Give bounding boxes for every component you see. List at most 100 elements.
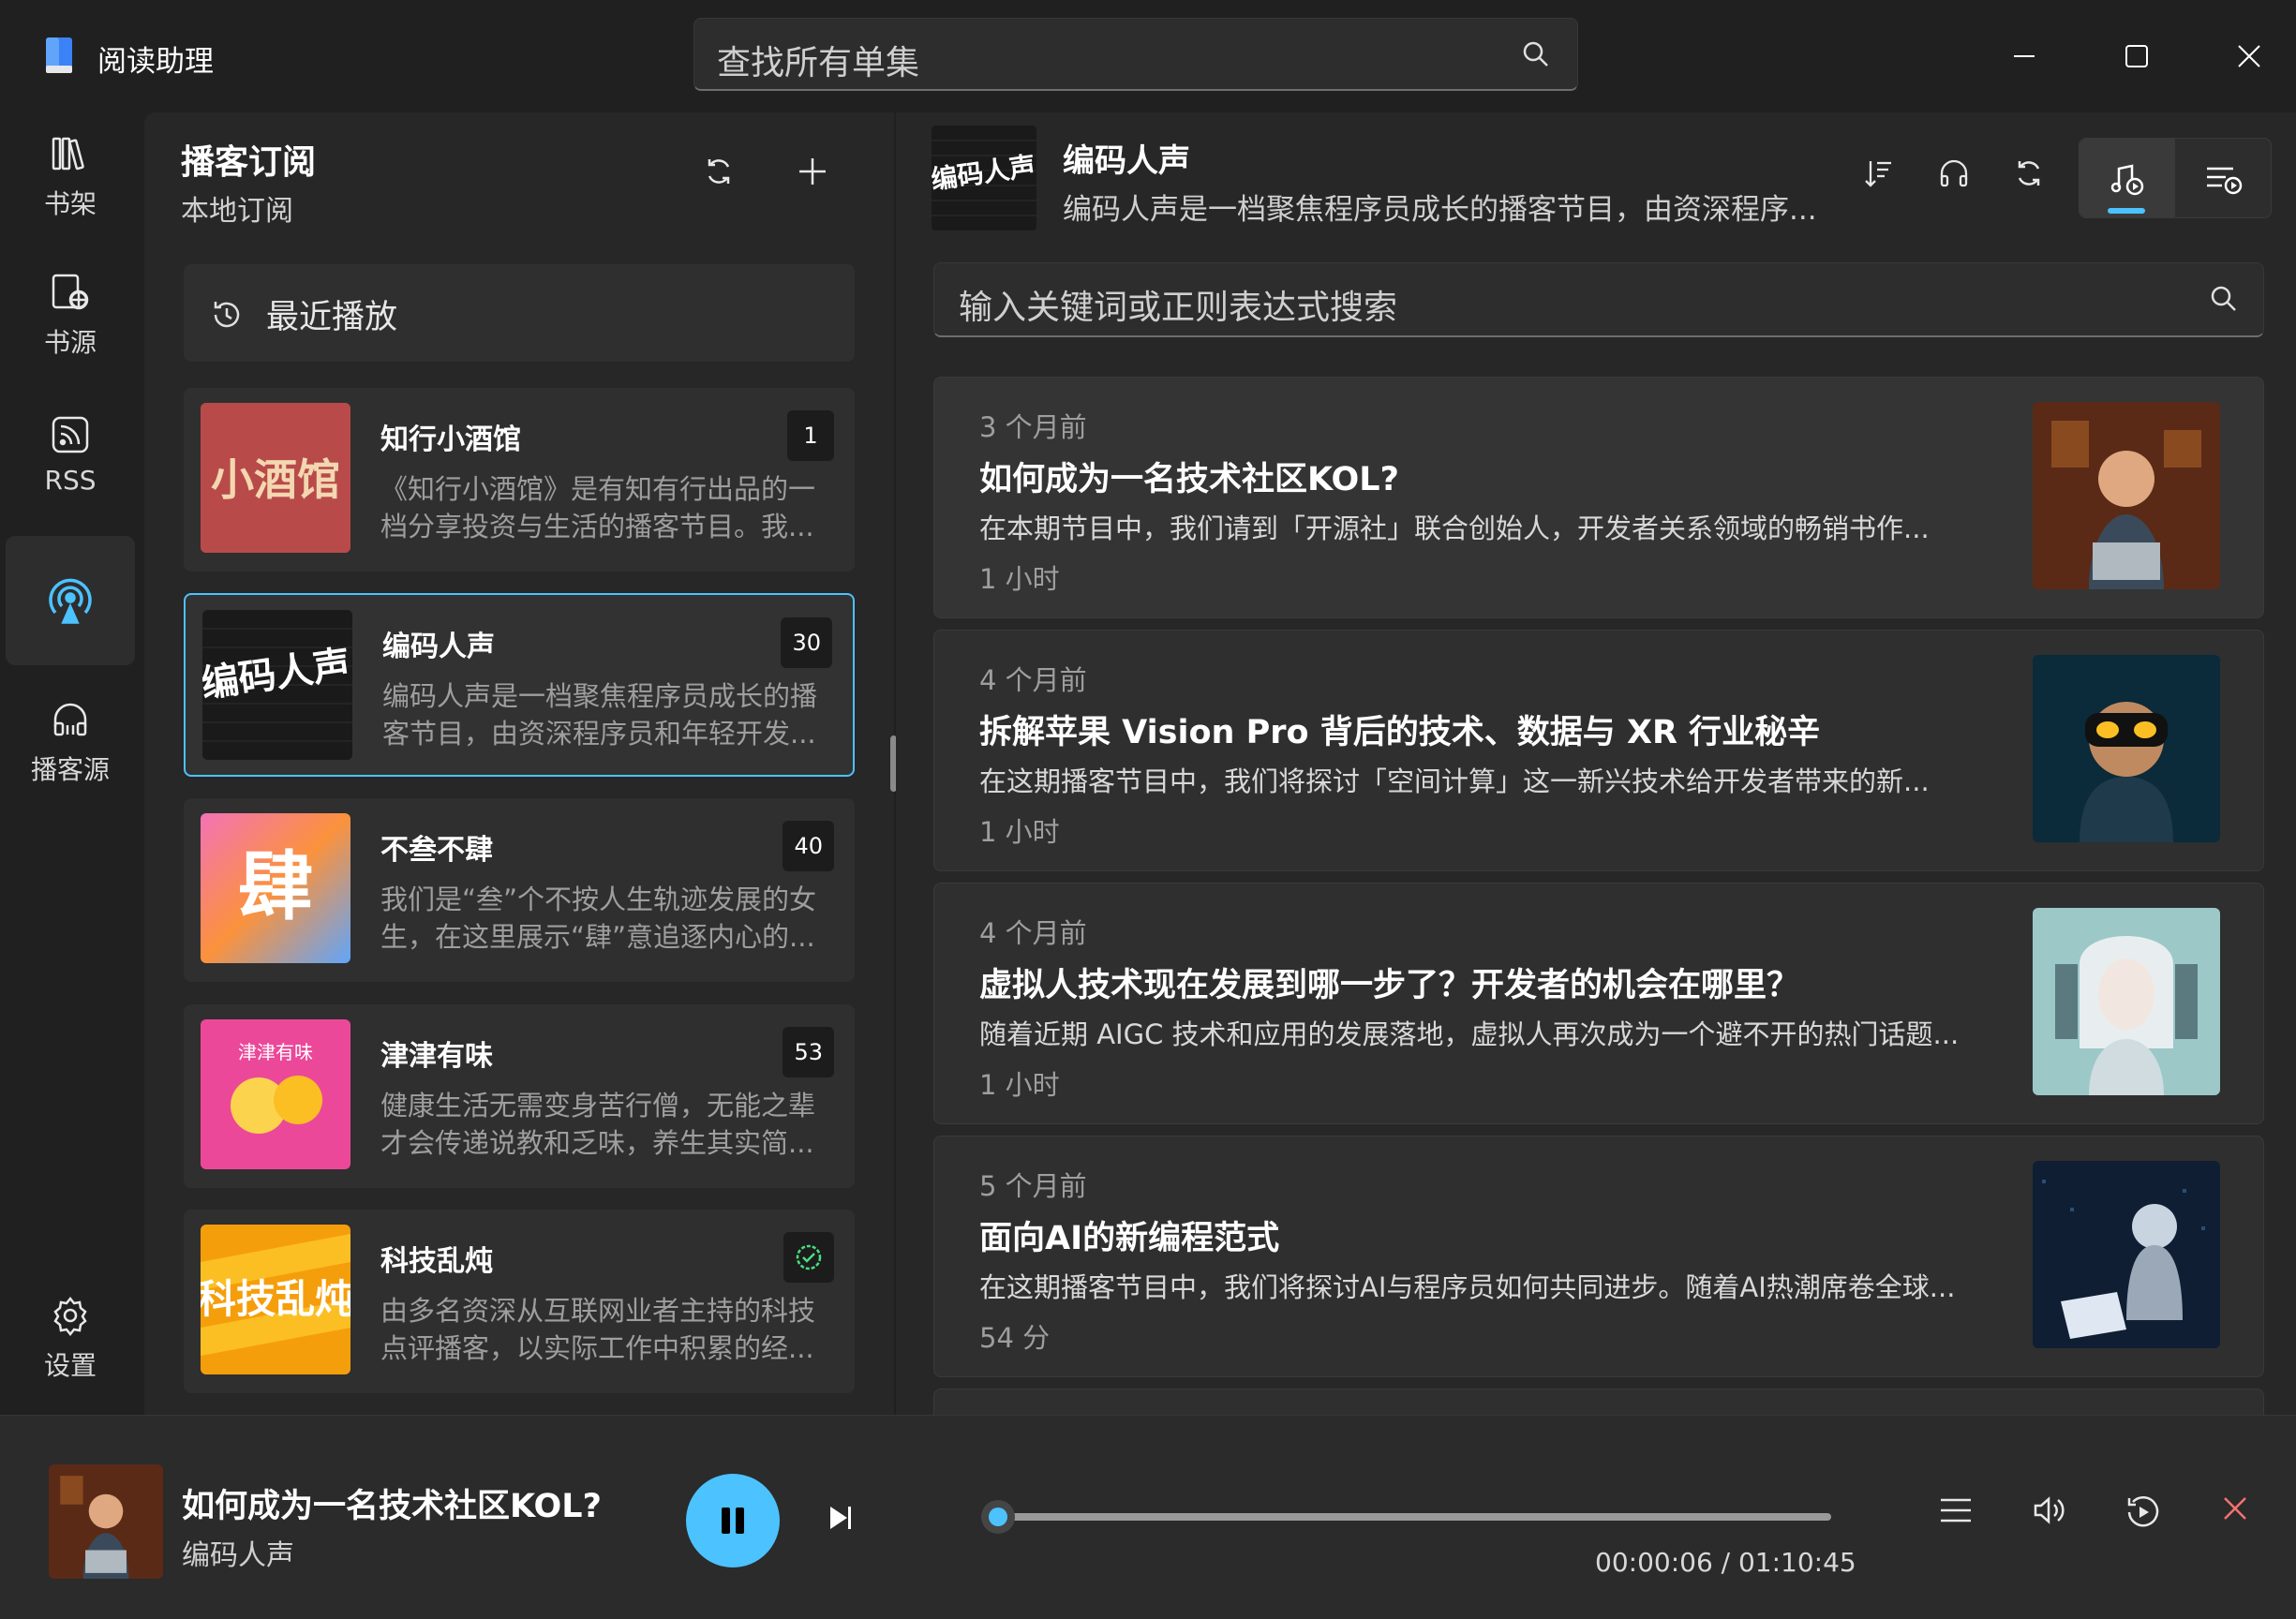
episode-title: 拆解苹果 Vision Pro 背后的技术、数据与 XR 行业秘辛 <box>979 714 1821 751</box>
playlist-queue-icon[interactable] <box>1938 1494 1974 1526</box>
active-tab-indicator <box>2108 208 2145 214</box>
podcast-card-selected[interactable]: 编码人声 编码人声 30 编码人声是一档聚焦程序员成长的播客节目，由资深程序员和… <box>184 593 855 777</box>
podcast-cover-text: 小酒馆 <box>211 454 340 505</box>
episode-thumbnail <box>2033 908 2220 1095</box>
podcast-card[interactable]: 小酒馆 知行小酒馆 1 《知行小酒馆》是有知有行出品的一档分享投资与生活的播客节… <box>184 388 855 572</box>
progress-handle-dot <box>988 1508 1007 1526</box>
episode-thumbnail <box>2033 402 2220 589</box>
title-bar: 阅读助理 查找所有单集 <box>0 0 2296 112</box>
headphones-icon <box>50 699 91 740</box>
close-player-icon[interactable] <box>2221 1494 2249 1522</box>
podcast-name: 不叁不肆 <box>380 834 493 867</box>
navigation-rail: 书架 书源 RSS 播客源 设置 <box>0 112 144 1415</box>
episode-description: 随着近期 AIGC 技术和应用的发展落地，虚拟人再次成为一个避不开的热门话题..… <box>979 1018 1960 1050</box>
podcast-description: 由多名资深从互联网业者主持的科技点评播客，以实际工作中积累的经... <box>380 1295 816 1364</box>
gear-icon <box>50 1295 91 1336</box>
episode-card[interactable]: 3 个月前 如何成为一名技术社区KOL? 在本期节目中，我们请到「开源社」联合创… <box>933 377 2264 618</box>
episode-description: 在这期播客节目中，我们将探讨「空间计算」这一新兴技术给开发者带来的新... <box>979 765 1930 797</box>
progress-bar[interactable] <box>997 1513 1831 1521</box>
rail-item-label: 设置 <box>43 1350 97 1381</box>
panel-subtitle: 本地订阅 <box>181 195 293 228</box>
now-playing-title: 如何成为一名技术社区KOL? <box>182 1488 602 1525</box>
rail-item-label: 书架 <box>43 188 97 219</box>
search-icon[interactable] <box>2209 284 2239 314</box>
episode-count-badge: 30 <box>781 617 832 668</box>
next-track-icon <box>830 1507 851 1529</box>
check-circle-icon <box>783 1232 834 1283</box>
bookshelf-icon <box>50 133 91 174</box>
show-description: 编码人声是一档聚焦程序员成长的播客节目，由资深程序... <box>1063 193 1817 227</box>
minimize-button[interactable] <box>1996 28 2052 84</box>
episode-panel: 编码人声 编码人声 编码人声是一档聚焦程序员成长的播客节目，由资深程序... 输… <box>896 112 2296 1445</box>
rail-item-label: 书源 <box>43 327 97 358</box>
podcast-cover: 肆 <box>201 813 350 963</box>
search-icon[interactable] <box>1521 39 1551 69</box>
episode-time-ago: 4 个月前 <box>979 664 1087 696</box>
app-title: 阅读助理 <box>97 45 214 79</box>
playback-time: 00:00:06 / 01:10:45 <box>1595 1547 1856 1578</box>
playlist-icon <box>2207 167 2243 195</box>
episode-title: 面向AI的新编程范式 <box>979 1220 1280 1257</box>
recent-played-button[interactable]: 最近播放 <box>184 264 855 362</box>
player-bar: 如何成为一名技术社区KOL? 编码人声 00:00:06 / 01:10:45 <box>0 1415 2296 1619</box>
episode-thumbnail <box>2033 1161 2220 1348</box>
podcast-name: 津津有味 <box>380 1040 493 1073</box>
podcast-description: 我们是“叁”个不按人生轨迹发展的女生，在这里展示“肆”意追逐内心的... <box>380 884 817 953</box>
episode-time-ago: 4 个月前 <box>979 917 1087 949</box>
episode-card[interactable]: 4 个月前 虚拟人技术现在发展到哪一步了？开发者的机会在哪里？ 随着近期 AIG… <box>933 883 2264 1124</box>
close-button[interactable] <box>2221 28 2277 84</box>
add-icon[interactable] <box>797 156 828 187</box>
podcast-description: 《知行小酒馆》是有知有行出品的一档分享投资与生活的播客节目。我... <box>380 473 816 542</box>
episode-duration: 1 小时 <box>979 563 1060 595</box>
podcast-cover: 编码人声 <box>202 610 352 760</box>
podcast-cover: 小酒馆 <box>201 403 350 553</box>
episode-card[interactable]: 5 个月前 面向AI的新编程范式 在这期播客节目中，我们将探讨AI与程序员如何共… <box>933 1136 2264 1377</box>
rail-item-podcast-source[interactable]: 播客源 <box>6 678 135 808</box>
recent-played-label: 最近播放 <box>266 299 398 336</box>
playback-rate-icon[interactable] <box>2125 1494 2161 1530</box>
maximize-button[interactable] <box>2109 28 2165 84</box>
episode-thumbnail <box>2033 655 2220 842</box>
episode-time-ago: 3 个月前 <box>979 411 1087 443</box>
podcast-card[interactable]: 肆 不叁不肆 40 我们是“叁”个不按人生轨迹发展的女生，在这里展示“肆”意追逐… <box>184 798 855 982</box>
playlist-button[interactable] <box>2205 161 2243 197</box>
next-track-button[interactable] <box>825 1502 857 1534</box>
episode-search-placeholder: 输入关键词或正则表达式搜索 <box>959 289 1398 327</box>
pause-button[interactable] <box>686 1474 780 1567</box>
sort-icon[interactable] <box>1863 157 1895 189</box>
rail-item-rss[interactable]: RSS <box>6 390 135 519</box>
episode-description: 在这期播客节目中，我们将探讨AI与程序员如何共同进步。随着AI热潮席卷全球... <box>979 1271 1956 1303</box>
episode-count-badge: 53 <box>783 1027 834 1077</box>
show-title: 编码人声 <box>1063 142 1190 180</box>
episode-count-badge: 1 <box>787 410 834 461</box>
rail-item-settings[interactable]: 设置 <box>6 1274 135 1404</box>
podcast-subscription-panel: 播客订阅 本地订阅 最近播放 小酒馆 知行小酒馆 1 《知行小酒馆》是有知有行出… <box>144 112 894 1415</box>
progress-handle[interactable] <box>980 1500 1015 1534</box>
podcast-cover-text: 科技乱炖 <box>201 1276 350 1322</box>
episode-search-input[interactable]: 输入关键词或正则表达式搜索 <box>933 262 2264 337</box>
refresh-icon[interactable] <box>2013 157 2045 189</box>
podcast-description: 编码人声是一档聚焦程序员成长的播客节目，由资深程序员和年轻开发... <box>382 680 818 750</box>
episode-description: 在本期节目中，我们请到「开源社」联合创始人，开发者关系领域的畅销书作... <box>979 512 1930 544</box>
podcast-icon <box>45 575 96 626</box>
podcast-cover-text: 肆 <box>238 843 313 930</box>
podcast-name: 科技乱炖 <box>380 1245 493 1278</box>
episode-duration: 54 分 <box>979 1322 1051 1354</box>
global-search-placeholder: 查找所有单集 <box>717 44 920 82</box>
episode-title: 虚拟人技术现在发展到哪一步了？开发者的机会在哪里？ <box>979 967 1800 1004</box>
refresh-icon[interactable] <box>703 156 735 187</box>
rail-item-podcast[interactable] <box>6 536 135 665</box>
episode-card[interactable]: 4 个月前 拆解苹果 Vision Pro 背后的技术、数据与 XR 行业秘辛 … <box>933 630 2264 871</box>
panel-title: 播客订阅 <box>181 143 317 182</box>
app-logo-icon <box>43 36 75 75</box>
episode-title: 如何成为一名技术社区KOL? <box>979 461 1399 498</box>
podcast-card[interactable]: 津津有味 津津有味 53 健康生活无需变身苦行僧，无能之辈才会传递说教和乏味，养… <box>184 1004 855 1188</box>
global-search-input[interactable]: 查找所有单集 <box>693 18 1578 91</box>
rail-item-book-source[interactable]: 书源 <box>6 251 135 380</box>
rail-item-bookshelf[interactable]: 书架 <box>6 112 135 242</box>
podcast-card[interactable]: 科技乱炖 科技乱炖 由多名资深从互联网业者主持的科技点评播客，以实际工作中积累的… <box>184 1210 855 1393</box>
headphones-icon[interactable] <box>1938 157 1970 189</box>
rail-item-label: RSS <box>44 464 97 496</box>
volume-icon[interactable] <box>2032 1494 2067 1526</box>
book-source-icon <box>50 272 91 313</box>
